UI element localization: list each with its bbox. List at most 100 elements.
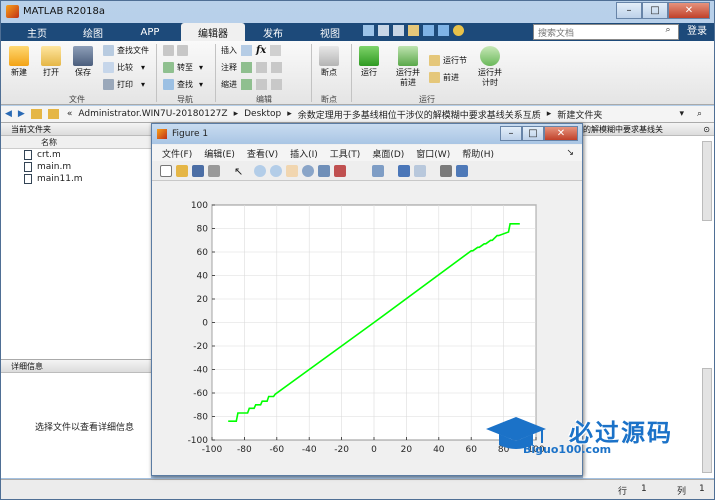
run-section-button[interactable]: 运行节	[429, 55, 467, 66]
find-button[interactable]: 查找 ▾	[163, 79, 203, 90]
figure-maximize-button[interactable]: □	[522, 126, 544, 141]
col-value: 1	[699, 484, 705, 494]
advance-button[interactable]: 前进	[429, 72, 459, 83]
list-item[interactable]: crt.m	[1, 149, 151, 161]
rotate-icon[interactable]	[302, 165, 314, 177]
cut-icon[interactable]	[378, 25, 389, 36]
file-name: main.m	[37, 162, 72, 172]
copy-icon[interactable]	[393, 25, 404, 36]
zoom-out-icon[interactable]	[270, 165, 282, 177]
search-icon[interactable]: ⌕	[661, 25, 675, 39]
chevron-down-icon: ▾	[199, 63, 204, 72]
new-button[interactable]: 新建	[9, 46, 29, 78]
save-button[interactable]: 保存	[73, 46, 93, 78]
open-button[interactable]: 打开	[41, 46, 61, 78]
path-part-user[interactable]: Administrator.WIN7U-20180127Z	[78, 109, 227, 119]
legend-icon[interactable]	[414, 165, 426, 177]
run-time-button[interactable]: 运行并 计时	[475, 46, 505, 88]
fx-icon[interactable]: fx	[256, 45, 266, 56]
show-plot-tools-icon[interactable]	[456, 165, 468, 177]
run-button[interactable]: 运行	[359, 46, 379, 78]
menu-insert[interactable]: 插入(I)	[290, 147, 318, 160]
list-item[interactable]: main.m	[1, 161, 151, 173]
minimize-button[interactable]: –	[616, 2, 642, 19]
run-advance-button[interactable]: 运行并 前进	[393, 46, 423, 88]
print-button[interactable]: 打印 ▾	[103, 79, 145, 90]
login-button[interactable]: 登录	[681, 24, 713, 40]
zoom-in-icon[interactable]	[254, 165, 266, 177]
pan-icon[interactable]	[286, 165, 298, 177]
menu-desktop[interactable]: 桌面(D)	[372, 147, 404, 160]
col-label: 列	[677, 487, 687, 497]
percent-icon[interactable]	[241, 62, 252, 73]
redo-icon[interactable]	[438, 25, 449, 36]
group-run-label: 运行	[419, 95, 435, 104]
ribbon-toolbar: 新建 打开 保存 查找文件 比较 ▾ 打印 ▾ 文件 转至 ▾ 查找 ▾ 导航 …	[1, 41, 714, 105]
paste-icon[interactable]	[408, 25, 419, 36]
undo-icon[interactable]	[423, 25, 434, 36]
indent-button[interactable]: 缩进	[221, 79, 282, 90]
link-plot-icon[interactable]	[372, 165, 384, 177]
path-part-folder[interactable]: 新建文件夹	[557, 108, 602, 121]
tab-publish[interactable]: 发布	[247, 23, 299, 41]
figure-close-button[interactable]: ✕	[544, 126, 578, 141]
tab-view[interactable]: 视图	[301, 23, 359, 41]
search-folder-icon[interactable]: ⌕	[697, 109, 702, 119]
path-separator-icon: ▸	[546, 109, 552, 119]
tab-home[interactable]: 主页	[9, 23, 65, 41]
goto-button[interactable]: 转至 ▾	[163, 62, 203, 73]
figure-title-bar: Figure 1 – □ ✕	[152, 124, 582, 144]
menu-edit[interactable]: 编辑(E)	[204, 147, 235, 160]
wrap-icon[interactable]	[271, 62, 282, 73]
pointer-icon[interactable]: ↖	[234, 165, 246, 178]
tab-plots[interactable]: 绘图	[65, 23, 121, 41]
menu-tools[interactable]: 工具(T)	[330, 147, 361, 160]
compare-button[interactable]: 比较 ▾	[103, 62, 145, 73]
increase-indent-icon[interactable]	[256, 79, 267, 90]
new-figure-icon[interactable]	[160, 165, 172, 177]
scrollbar[interactable]	[702, 141, 712, 221]
menu-file[interactable]: 文件(F)	[162, 147, 192, 160]
search-documentation-input[interactable]: 搜索文档	[533, 24, 679, 40]
back-forward-button[interactable]	[163, 45, 191, 56]
open-file-icon[interactable]	[176, 165, 188, 177]
tab-apps[interactable]: APP	[121, 23, 179, 41]
decrease-indent-icon[interactable]	[271, 79, 282, 90]
list-item[interactable]: main11.m	[1, 173, 151, 185]
colorbar-icon[interactable]	[398, 165, 410, 177]
maximize-button[interactable]: □	[642, 2, 668, 19]
up-folder-icon[interactable]	[30, 109, 42, 119]
file-name: crt.m	[37, 150, 61, 160]
smart-indent-icon[interactable]	[241, 79, 252, 90]
save-icon[interactable]	[363, 25, 374, 36]
menu-view[interactable]: 查看(V)	[247, 147, 278, 160]
path-dropdown-icon[interactable]: ▾	[679, 109, 684, 119]
comment-button[interactable]: 注释	[221, 62, 282, 73]
insert-section-icon[interactable]	[270, 45, 282, 56]
help-icon[interactable]	[453, 25, 464, 36]
path-part-desktop[interactable]: Desktop	[244, 109, 281, 119]
uncomment-icon[interactable]	[256, 62, 267, 73]
breakpoints-button[interactable]: 断点	[319, 46, 339, 78]
path-separator-icon: «	[66, 109, 73, 119]
hide-plot-tools-icon[interactable]	[440, 165, 452, 177]
name-column-header[interactable]: 名称	[1, 136, 151, 149]
dock-icon[interactable]: ↘	[566, 148, 574, 158]
insert-button[interactable]: 插入 fx	[221, 45, 282, 56]
save-figure-icon[interactable]	[192, 165, 204, 177]
tab-editor[interactable]: 编辑器	[181, 23, 245, 41]
close-button[interactable]: ✕	[668, 2, 710, 19]
back-arrow-icon[interactable]: ◀	[5, 109, 12, 119]
brush-icon[interactable]	[334, 165, 346, 177]
figure-minimize-button[interactable]: –	[500, 126, 522, 141]
pane-menu-icon[interactable]: ⊙	[703, 123, 710, 136]
menu-window[interactable]: 窗口(W)	[416, 147, 450, 160]
find-files-button[interactable]: 查找文件	[103, 45, 149, 56]
group-navigate-label: 导航	[177, 95, 193, 104]
data-cursor-icon[interactable]	[318, 165, 330, 177]
forward-arrow-icon[interactable]: ▶	[18, 109, 25, 119]
path-part-project[interactable]: 余数定理用于多基线相位干涉仪的解模糊中要求基线关系互质	[298, 108, 541, 121]
browse-folder-icon[interactable]	[47, 109, 59, 119]
print-figure-icon[interactable]	[208, 165, 220, 177]
menu-help[interactable]: 帮助(H)	[462, 147, 494, 160]
